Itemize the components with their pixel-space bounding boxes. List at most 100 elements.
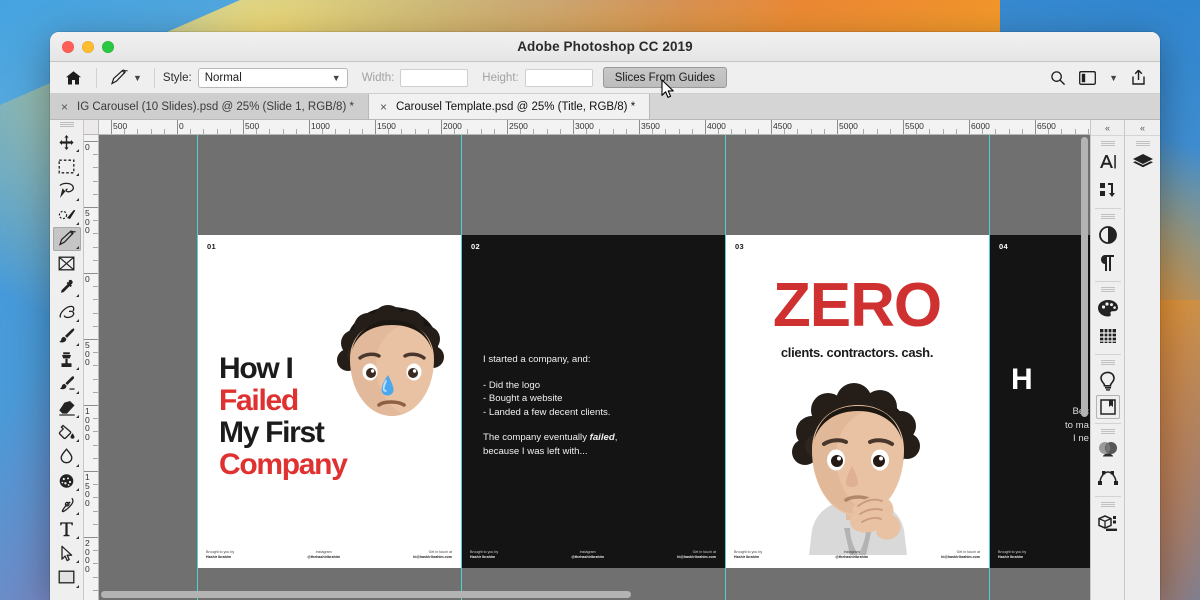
canvas-vertical-scrollbar[interactable] [1080,137,1089,586]
vertical-ruler[interactable]: 050005001000150020002500 [84,135,99,600]
slide-03[interactable]: 03 ZERO clients. contractors. cash. Brou… [725,235,989,568]
width-input[interactable] [400,68,469,87]
pen-tool[interactable] [53,493,81,517]
ruler-minor-tick [718,129,720,134]
libraries-panel-icon[interactable] [1095,395,1120,419]
collapse-panels-button-b[interactable]: « [1125,120,1160,136]
panel-grip[interactable] [59,122,74,127]
3d-panel-icon[interactable] [1094,509,1122,537]
footer-center-top: Instagram [315,550,332,554]
footer-right-top: Get in touch at [956,550,980,554]
slide-02[interactable]: 02 I started a company, and: - Did the l… [461,235,725,568]
panel-group-grip[interactable] [1100,502,1115,507]
paths-panel-icon[interactable] [1094,464,1122,492]
close-icon[interactable]: × [61,101,68,113]
character-panel-icon[interactable] [1094,148,1122,176]
tool-expand-corner [75,294,79,298]
history-brush-tool[interactable] [53,372,81,396]
eraser-tool[interactable] [53,396,81,420]
window-titlebar[interactable]: Adobe Photoshop CC 2019 [50,32,1160,62]
footer-center-bottom: @thehashiribrahim [571,555,604,559]
footer-center-bottom: @thehashiribrahim [307,555,340,559]
object-selection-tool[interactable] [53,203,81,227]
panel-group-grip[interactable] [1100,429,1115,434]
lasso-tool[interactable] [53,178,81,202]
color-panel-icon[interactable] [1094,436,1122,464]
slide-03-subhead: clients. contractors. cash. [780,345,934,360]
slide-01[interactable]: 01 How I Failed My First Company Brought… [197,235,461,568]
current-tool-button[interactable]: ▼ [105,69,146,86]
ruler-label: 3000 [575,121,594,131]
footer-center: Instagram @thehashiribrahim [835,550,868,560]
collapse-panels-button-a[interactable]: « [1091,120,1124,136]
slices-from-guides-button[interactable]: Slices From Guides [602,67,728,88]
layers-panel-icon[interactable] [1129,148,1157,176]
ruler-minor-tick [599,129,601,134]
document-tab-bar: × IG Carousel (10 Slides).psd @ 25% (Sli… [50,94,1160,120]
rectangular-marquee-tool[interactable] [53,154,81,178]
clone-stamp-tool[interactable] [53,348,81,372]
dodge-sponge-tool[interactable] [53,469,81,493]
ruler-minor-tick [454,129,456,134]
tab-ig-carousel[interactable]: × IG Carousel (10 Slides).psd @ 25% (Sli… [50,94,369,119]
share-icon[interactable] [1131,69,1146,86]
slide-04[interactable]: 04 H Becto maI ne Brought to you by Hash… [989,235,1090,568]
chevron-down-icon[interactable]: ▼ [1109,73,1118,83]
learn-panel-icon[interactable] [1094,367,1122,395]
move-tool[interactable] [53,130,81,154]
scrollbar-thumb[interactable] [101,591,631,598]
swatches-panel-icon[interactable] [1094,294,1122,322]
panel-group-grip[interactable] [1100,287,1115,292]
panel-group-grip[interactable] [1135,141,1150,146]
ruler-minor-tick [93,154,98,156]
ruler-minor-tick [691,129,693,134]
ruler-minor-tick [744,129,746,134]
ruler-minor-tick [163,129,165,134]
blur-tool[interactable] [53,444,81,468]
search-icon[interactable] [1050,70,1066,86]
frame-tool[interactable] [53,251,81,275]
ruler-minor-tick [876,129,878,134]
ruler-minor-tick [401,129,403,134]
tool-expand-corner [75,560,79,564]
glyphs-panel-icon[interactable] [1094,176,1122,204]
canvas-horizontal-scrollbar[interactable] [101,590,1078,599]
close-icon[interactable]: × [380,101,387,113]
eyedropper-tool[interactable] [53,275,81,299]
horizontal-ruler[interactable]: 500 0 500 1000 1500 2000 2500 3000 3500 4000 4500 5… [84,120,1090,135]
ruler-minor-tick [93,193,98,195]
rectangle-tool[interactable] [53,565,81,589]
ruler-label: 0 [179,121,184,131]
divider [153,67,155,88]
document-canvas[interactable]: 01 How I Failed My First Company Brought… [99,135,1090,600]
gradient-paint-bucket-tool[interactable] [53,420,81,444]
type-tool[interactable] [53,517,81,541]
footer-left-top: Brought to you by [998,550,1027,554]
patterns-panel-icon[interactable] [1094,322,1122,350]
tool-expand-corner [75,487,79,491]
path-selection-tool[interactable] [53,541,81,565]
home-icon[interactable] [58,70,88,86]
ruler-minor-tick [93,259,98,261]
adjustments-panel-icon[interactable] [1094,221,1122,249]
tab-carousel-template[interactable]: × Carousel Template.psd @ 25% (Title, RG… [368,94,651,119]
brush-tool[interactable] [53,324,81,348]
panel-group-grip[interactable] [1100,214,1115,219]
style-select[interactable]: Normal ▼ [197,67,348,88]
workspace-icon[interactable] [1079,70,1097,85]
ruler-minor-tick [916,129,918,134]
paragraph-panel-icon[interactable] [1094,249,1122,277]
ruler-label: 6000 [971,121,990,131]
panel-group-grip[interactable] [1100,141,1115,146]
panel-group-grip[interactable] [1100,360,1115,365]
height-input[interactable] [524,68,593,87]
scrollbar-thumb[interactable] [1081,137,1088,417]
crop-slice-tool[interactable] [52,226,81,251]
ruler-minor-tick [480,129,482,134]
ruler-minor-tick [942,129,944,134]
footer-left: Brought to you by Hashir Ibrahim [734,550,762,560]
ruler-label: 500 [85,208,90,235]
healing-brush-tool[interactable] [53,299,81,323]
ruler-minor-tick [93,246,98,248]
chevron-down-icon[interactable]: ▼ [133,73,142,83]
